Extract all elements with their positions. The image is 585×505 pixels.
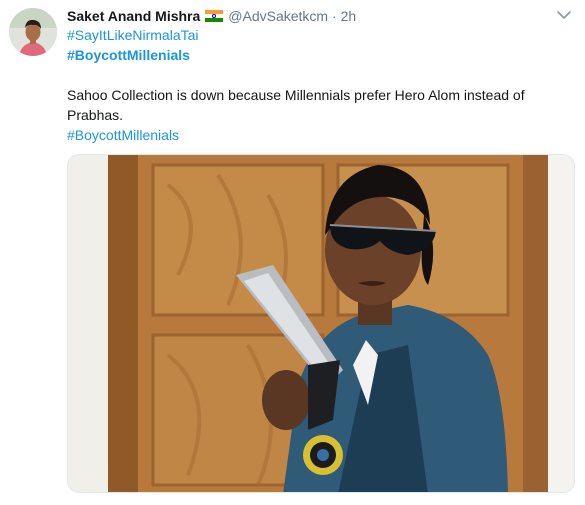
avatar-image (9, 8, 57, 56)
hashtag-link[interactable]: #SayItLikeNirmalaTai (67, 25, 199, 45)
author-handle[interactable]: @AdvSaketkcm (228, 8, 328, 24)
photo-image (68, 155, 574, 492)
tweet-text: Sahoo Collection is down because Millenn… (67, 87, 525, 123)
tweet-timestamp[interactable]: 2h (341, 8, 357, 24)
hashtag-link[interactable]: #BoycottMillenials (67, 125, 179, 145)
india-flag-icon (205, 10, 224, 22)
chevron-down-icon[interactable] (556, 8, 572, 22)
tweet-card[interactable]: Saket Anand Mishra @AdvSaketkcm · 2h #Say… (0, 0, 585, 505)
header-separator: · (332, 8, 337, 24)
avatar[interactable] (9, 8, 57, 56)
tweet-media-photo[interactable] (67, 154, 575, 493)
author-name[interactable]: Saket Anand Mishra (67, 8, 200, 24)
hashtag-link[interactable]: #BoycottMillenials (67, 45, 190, 65)
tweet-header: Saket Anand Mishra @AdvSaketkcm · 2h (67, 6, 547, 26)
